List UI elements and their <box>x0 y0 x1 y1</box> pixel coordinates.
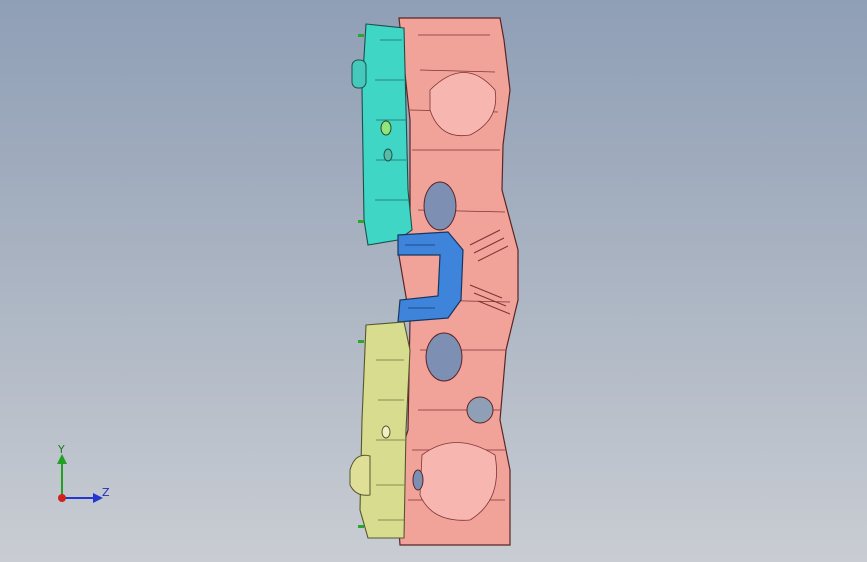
axis-y-label: Y <box>58 443 65 456</box>
cad-model[interactable] <box>0 0 867 562</box>
graphics-viewport[interactable]: Y Z <box>0 0 867 562</box>
axis-triad: Y Z <box>48 440 118 512</box>
upper-bracket[interactable] <box>351 23 413 246</box>
lower-bracket[interactable] <box>349 321 411 539</box>
axis-z-label: Z <box>102 486 110 499</box>
